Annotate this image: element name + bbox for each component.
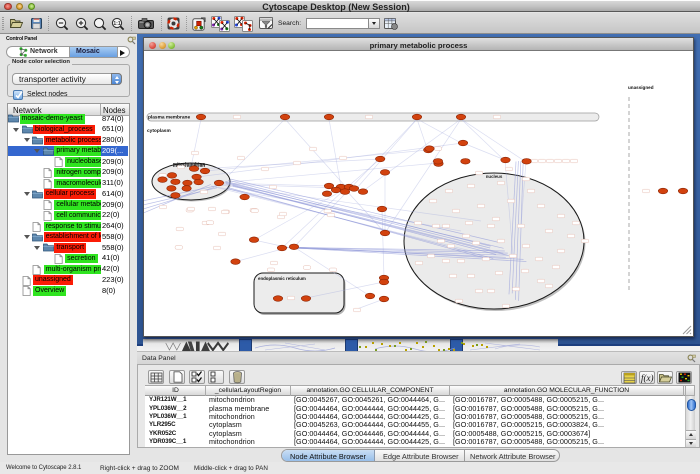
svg-text:endoplasmic reticulum: endoplasmic reticulum [258,276,306,281]
svg-text:1:1: 1:1 [113,21,120,27]
svg-text:plasma membrane: plasma membrane [148,115,190,121]
svg-text:mitochondrion: mitochondrion [173,162,205,167]
svg-text:cytoplasm: cytoplasm [147,128,171,134]
svg-text:unassigned: unassigned [628,85,654,90]
svg-text:nucleus: nucleus [486,174,503,179]
svg-text:f(x): f(x) [641,373,654,383]
